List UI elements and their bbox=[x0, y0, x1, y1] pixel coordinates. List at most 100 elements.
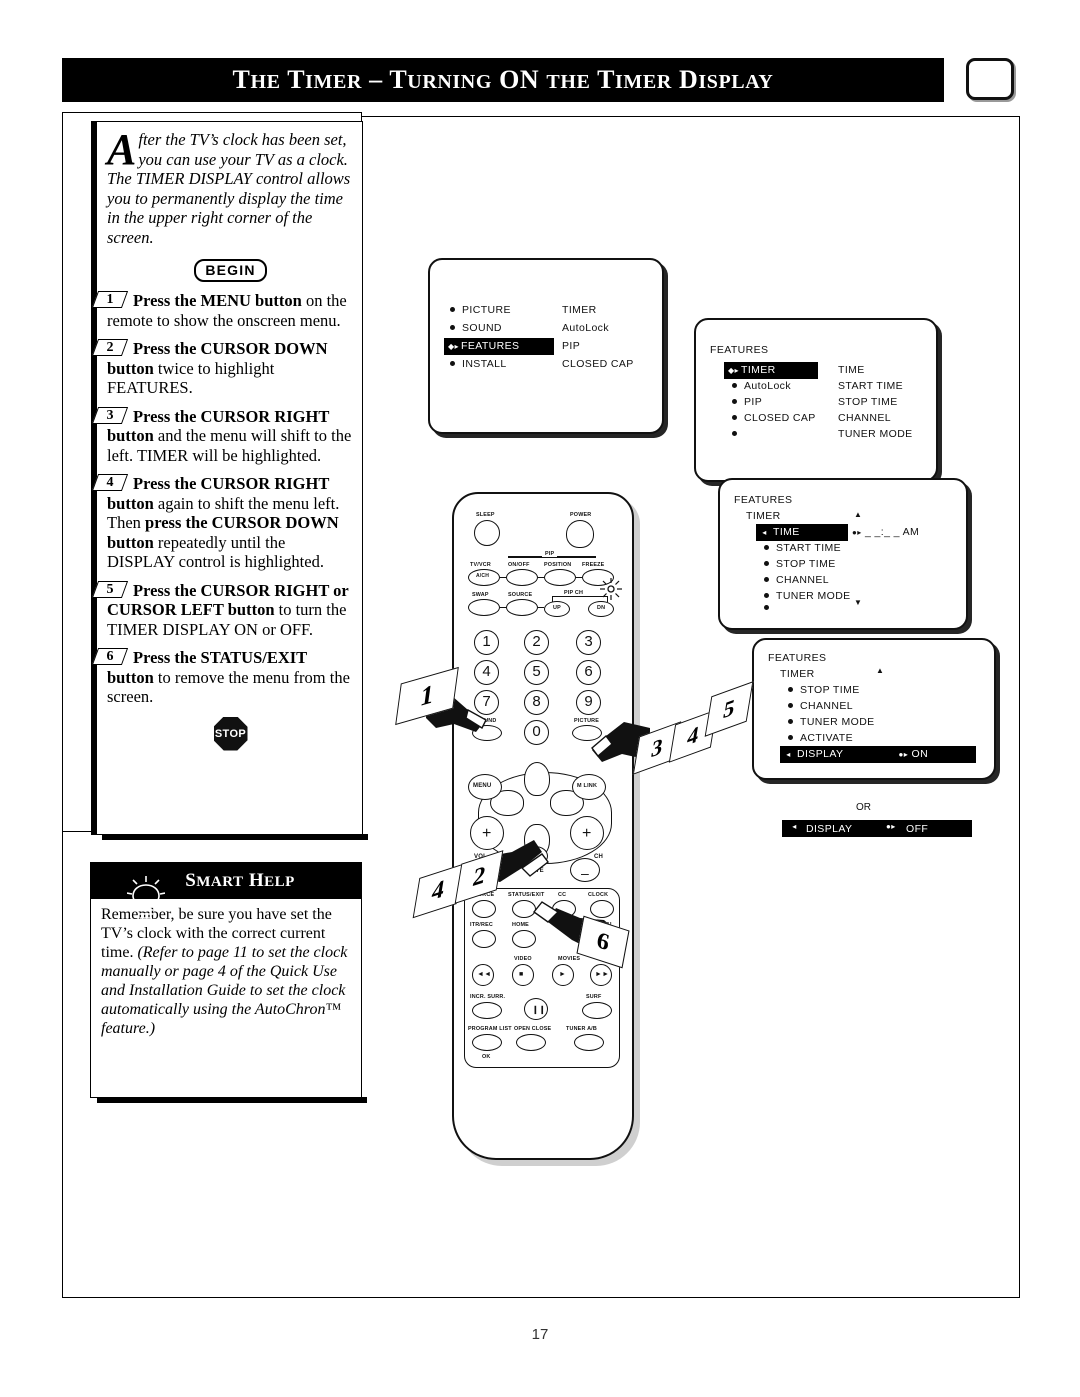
home-label: HOME bbox=[512, 922, 529, 928]
step-4-text: Press the CURSOR RIGHT button again to s… bbox=[107, 474, 354, 572]
step-6: 6 Press the STATUS/EXIT button to remove… bbox=[91, 648, 354, 707]
cursor-nav-icon: ●▸ bbox=[852, 527, 862, 537]
ch-label: CH bbox=[594, 854, 604, 860]
screen4-item-stop-time[interactable]: STOP TIME bbox=[788, 684, 860, 696]
cursor-up-button[interactable] bbox=[524, 762, 550, 796]
step-6-text: Press the STATUS/EXIT button to remove t… bbox=[107, 648, 354, 707]
num-9-button[interactable]: 9 bbox=[576, 690, 601, 715]
play-icon: ► bbox=[559, 971, 567, 978]
screen2-right-channel: CHANNEL bbox=[838, 412, 891, 424]
cursor-nav-icon: ◆▸ bbox=[448, 341, 459, 351]
rewind-icon: ◄◄ bbox=[477, 971, 492, 978]
screen4-item-activate[interactable]: ACTIVATE bbox=[788, 732, 853, 744]
num-8-button[interactable]: 8 bbox=[524, 690, 549, 715]
instructions-panel: After the TV’s clock has been set, you c… bbox=[62, 112, 368, 840]
or-label: OR bbox=[856, 802, 871, 813]
step-2: 2 Press the CURSOR DOWN button twice to … bbox=[91, 339, 354, 398]
incr-surr-button[interactable] bbox=[472, 1002, 502, 1019]
display-off-bar[interactable]: ◂ DISPLAY ●▸ OFF bbox=[782, 820, 972, 837]
achan-label: A/CH bbox=[476, 573, 490, 579]
program-list-button[interactable] bbox=[472, 1034, 502, 1051]
itr-rec-label: ITR/REC bbox=[470, 922, 493, 928]
bullet-icon bbox=[732, 398, 737, 404]
smart-help-header: SMART HELP bbox=[91, 863, 361, 923]
cursor-right-icon: ●▸ bbox=[898, 749, 909, 759]
screen2-right-time: TIME bbox=[838, 364, 865, 376]
source-label: SOURCE bbox=[508, 592, 533, 598]
bullet-icon bbox=[788, 718, 793, 724]
power-button[interactable] bbox=[566, 520, 594, 548]
cursor-nav-icon: ◆▸ bbox=[728, 365, 739, 375]
connector-line bbox=[538, 577, 544, 579]
num-1-button[interactable]: 1 bbox=[474, 630, 499, 655]
open-close-label: OPEN CLOSE bbox=[514, 1026, 552, 1032]
screen3-item-stop-time[interactable]: STOP TIME bbox=[764, 558, 836, 570]
step-1-text: Press the MENU button on the remote to s… bbox=[107, 291, 354, 330]
screen4-item-channel[interactable]: CHANNEL bbox=[788, 700, 853, 712]
screen2-header: FEATURES bbox=[710, 344, 769, 356]
sleep-button[interactable] bbox=[474, 520, 500, 546]
bullet-icon bbox=[764, 576, 769, 582]
connector-line bbox=[500, 607, 506, 609]
num-2-button[interactable]: 2 bbox=[524, 630, 549, 655]
freeze-label: FREEZE bbox=[582, 562, 605, 568]
lightbulb-icon bbox=[127, 876, 165, 923]
step-1-number: 1 bbox=[91, 291, 129, 308]
bullet-icon bbox=[732, 382, 737, 388]
swap-button[interactable] bbox=[468, 599, 500, 616]
bullet-icon bbox=[450, 360, 455, 366]
pip-position-button[interactable] bbox=[544, 569, 576, 586]
screen3-item-channel[interactable]: CHANNEL bbox=[764, 574, 829, 586]
m-link-label: M LINK bbox=[577, 783, 598, 789]
page-number: 17 bbox=[531, 1326, 549, 1343]
screen4-item-tuner-mode[interactable]: TUNER MODE bbox=[788, 716, 875, 728]
screen1-right-autolock: AutoLock bbox=[562, 322, 609, 334]
screen1-item-picture[interactable]: PICTURE bbox=[450, 304, 511, 316]
step-1-bold: Press the MENU button bbox=[133, 291, 302, 310]
intro-line1: fter the TV’s clock has been set, bbox=[138, 130, 347, 149]
tv-icon bbox=[966, 58, 1014, 100]
num-3-button[interactable]: 3 bbox=[576, 630, 601, 655]
num-5-button[interactable]: 5 bbox=[524, 660, 549, 685]
swap-label: SWAP bbox=[472, 592, 489, 598]
open-close-button[interactable] bbox=[516, 1034, 546, 1051]
stop-marker-wrap: STOP bbox=[107, 716, 354, 751]
bullet-icon bbox=[764, 544, 769, 550]
source-button[interactable] bbox=[506, 599, 538, 616]
stop-icon: ■ bbox=[519, 971, 524, 978]
screen3-item-tuner-mode[interactable]: TUNER MODE bbox=[764, 590, 851, 602]
screen4-item-display[interactable]: ◂ DISPLAY ●▸ ON bbox=[780, 746, 976, 763]
bullet-icon bbox=[788, 702, 793, 708]
screen2-item-timer[interactable]: ◆▸ TIMER bbox=[724, 362, 818, 379]
bullet-icon bbox=[788, 686, 793, 692]
surf-button[interactable] bbox=[582, 1002, 612, 1019]
screen1-right-closedcap: CLOSED CAP bbox=[562, 358, 634, 370]
connector-line bbox=[538, 607, 544, 609]
fn-source-button[interactable] bbox=[472, 900, 496, 918]
screen2-item-closedcap[interactable]: CLOSED CAP bbox=[732, 412, 816, 424]
pipch-up-label: UP bbox=[553, 605, 561, 611]
screen3-item-time[interactable]: ◂ TIME bbox=[756, 524, 848, 541]
step-3-number: 3 bbox=[91, 406, 129, 424]
screen1-item-features[interactable]: ◆▸ FEATURES bbox=[444, 338, 554, 355]
itr-rec-button[interactable] bbox=[472, 930, 496, 948]
page-header-bar: THE TIMER – TURNING ON THE TIMER DISPLAY bbox=[62, 58, 944, 102]
tuner-ab-button[interactable] bbox=[574, 1034, 604, 1051]
num-6-button[interactable]: 6 bbox=[576, 660, 601, 685]
num-4-button[interactable]: 4 bbox=[474, 660, 499, 685]
begin-badge: BEGIN bbox=[194, 259, 267, 282]
screen4-header: FEATURES bbox=[768, 652, 827, 664]
num-0-button[interactable]: 0 bbox=[524, 720, 549, 745]
pipch-dn-label: DN bbox=[597, 605, 606, 611]
screen1-item-sound[interactable]: SOUND bbox=[450, 322, 502, 334]
screen3-item-start-time[interactable]: START TIME bbox=[764, 542, 841, 554]
surf-label: SURF bbox=[586, 994, 602, 1000]
screen1-item-install[interactable]: INSTALL bbox=[450, 358, 507, 370]
screen2-item-pip[interactable]: PIP bbox=[732, 396, 762, 408]
screen2-item-autolock[interactable]: AutoLock bbox=[732, 380, 791, 392]
bullet-icon bbox=[732, 414, 737, 420]
intro-paragraph: After the TV’s clock has been set, you c… bbox=[107, 128, 354, 247]
pip-onoff-button[interactable] bbox=[506, 569, 538, 586]
screen2-right-tuner-mode: TUNER MODE bbox=[838, 428, 913, 440]
ok-label: OK bbox=[482, 1054, 491, 1060]
